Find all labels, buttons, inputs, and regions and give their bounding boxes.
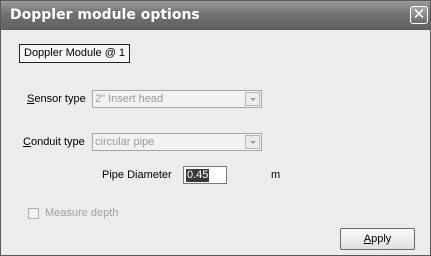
chevron-down-icon <box>245 135 260 149</box>
sensor-type-select[interactable]: 2" Insert head <box>92 90 262 108</box>
title-bar: Doppler module options ✕ <box>1 1 430 30</box>
pipe-diameter-value: 0.45 <box>186 169 210 182</box>
conduit-type-value: circular pipe <box>95 136 155 148</box>
conduit-type-label: Conduit type <box>23 136 85 148</box>
close-icon: ✕ <box>412 6 426 23</box>
close-button[interactable]: ✕ <box>410 6 428 24</box>
pipe-diameter-unit: m <box>271 169 281 181</box>
pipe-diameter-input[interactable]: 0.45 <box>183 166 227 184</box>
apply-button[interactable]: Apply <box>340 228 415 250</box>
measure-depth-checkbox[interactable] <box>28 208 39 219</box>
chevron-down-icon <box>245 92 260 106</box>
conduit-type-select[interactable]: circular pipe <box>92 133 262 151</box>
sensor-type-label: Sensor type <box>27 93 86 105</box>
dialog-window: Doppler module options ✕ Doppler Module … <box>0 0 431 256</box>
window-title: Doppler module options <box>10 7 200 23</box>
measure-depth-label: Measure depth <box>45 207 119 219</box>
pipe-diameter-label: Pipe Diameter <box>102 169 172 181</box>
sensor-type-value: 2" Insert head <box>95 93 164 105</box>
module-label: Doppler Module @ 1 <box>19 44 131 63</box>
